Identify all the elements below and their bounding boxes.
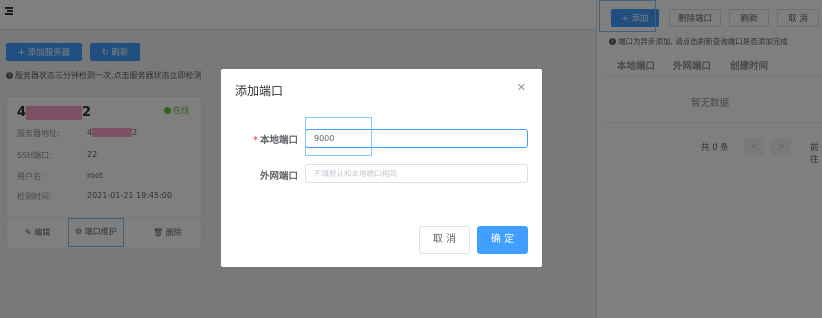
dialog-title: 添加端口: [235, 84, 284, 98]
external-port-label: 外网端口: [259, 171, 298, 182]
cancel-button[interactable]: 取 消: [419, 226, 470, 254]
highlight-box: [305, 117, 372, 156]
close-icon[interactable]: ✕: [517, 81, 526, 94]
confirm-button[interactable]: 确 定: [477, 226, 528, 254]
add-port-dialog: 添加端口 ✕ * 本地端口 9000 外网端口 不填默认和本地端口相同 取 消 确…: [221, 69, 542, 267]
external-port-input[interactable]: 不填默认和本地端口相同: [305, 164, 528, 183]
local-port-label: * 本地端口: [253, 135, 298, 146]
